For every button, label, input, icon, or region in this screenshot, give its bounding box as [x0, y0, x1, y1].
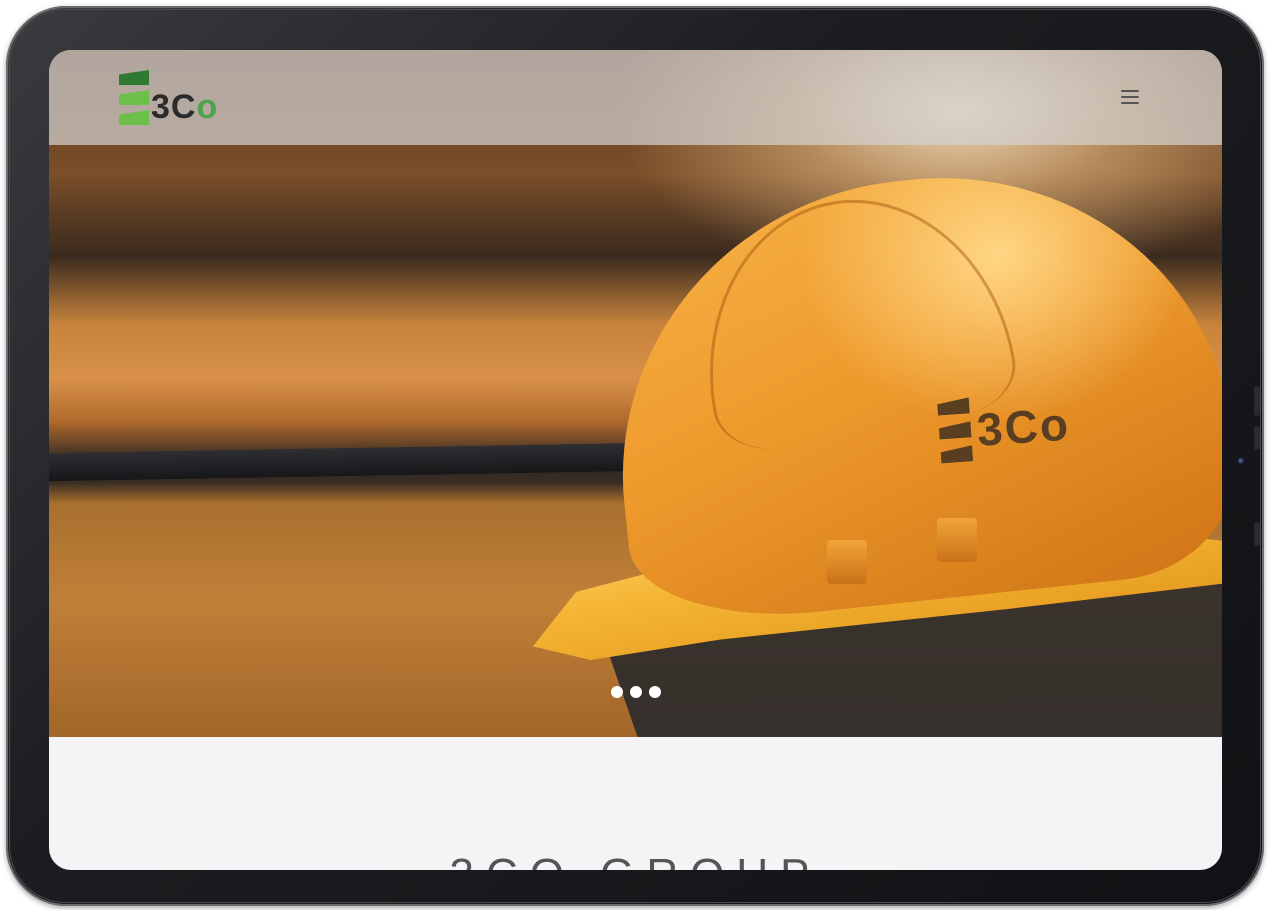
- hero-helmet-clip: [937, 518, 977, 562]
- slider-dot-2[interactable]: [630, 686, 642, 698]
- building-stack-icon: [119, 70, 149, 126]
- hero-helmet-clip: [827, 540, 867, 584]
- helmet-logo-text: 3Co: [975, 397, 1072, 456]
- hero-slider[interactable]: 3Co: [49, 50, 1222, 737]
- hero-helmet-logo: 3Co: [937, 391, 1072, 466]
- slider-dots: [611, 686, 661, 698]
- site-logo[interactable]: 3Co: [119, 70, 218, 126]
- slider-dot-1[interactable]: [611, 686, 623, 698]
- tablet-side-button: [1254, 386, 1260, 416]
- site-header: 3Co: [49, 50, 1222, 145]
- section-title: 3CO GROUP: [49, 850, 1222, 870]
- logo-text-suffix: o: [196, 88, 219, 126]
- tablet-camera-icon: [1238, 458, 1244, 464]
- hero-rail: [49, 442, 649, 482]
- helmet-logo-mark-icon: [937, 397, 974, 465]
- hamburger-menu-icon[interactable]: [1121, 90, 1139, 104]
- logo-text-prefix: 3C: [151, 88, 197, 126]
- tablet-screen: 3Co 3Co 3CO GROUP: [49, 50, 1222, 870]
- logo-text: 3Co: [151, 90, 218, 124]
- tablet-side-button: [1254, 426, 1260, 450]
- tablet-side-button: [1254, 522, 1260, 546]
- slider-dot-3[interactable]: [649, 686, 661, 698]
